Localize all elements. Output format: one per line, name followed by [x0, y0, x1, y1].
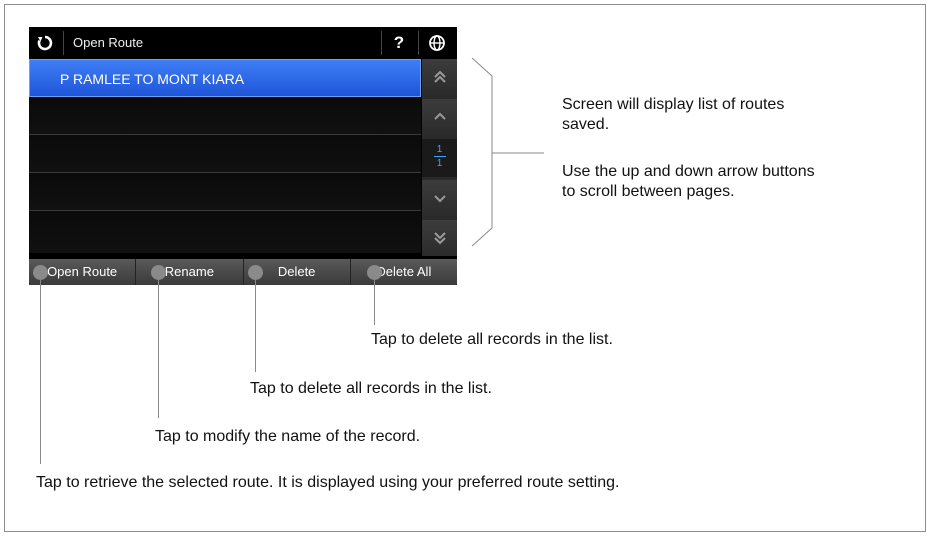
bottom-toolbar: Open Route Rename Delete Delete All — [29, 259, 457, 285]
callout-marker — [33, 265, 48, 280]
scrollbar: 1 1 — [422, 59, 457, 256]
divider — [63, 31, 64, 55]
chevron-down-icon[interactable] — [422, 180, 457, 216]
route-list: P RAMLEE TO MONT KIARA — [29, 59, 421, 253]
callout-marker — [367, 265, 382, 280]
open-route-description: Tap to retrieve the selected route. It i… — [36, 474, 620, 491]
delete-all-description: Tap to delete all records in the list. — [371, 331, 613, 348]
page-total: 1 — [436, 158, 443, 169]
page-indicator: 1 1 — [422, 139, 457, 177]
device-screen: Open Route ? P RAMLEE TO MONT KIARA 1 1 — [29, 27, 457, 285]
divider — [381, 31, 382, 55]
callout-line — [255, 280, 256, 372]
screen-title: Open Route — [73, 35, 144, 50]
callout-line — [40, 280, 41, 464]
arrows-description: Use the up and down arrow buttons to scr… — [562, 163, 815, 200]
help-icon[interactable]: ? — [387, 31, 411, 55]
callout-marker — [151, 265, 166, 280]
page-current: 1 — [436, 144, 443, 155]
chevron-up-icon[interactable] — [422, 99, 457, 135]
page-separator — [433, 156, 446, 157]
double-chevron-up-icon[interactable] — [422, 59, 457, 95]
title-bar: Open Route ? — [29, 27, 457, 59]
delete-description: Tap to delete all records in the list. — [250, 380, 492, 397]
callout-marker — [248, 265, 263, 280]
list-item[interactable] — [29, 173, 421, 211]
list-item[interactable] — [29, 97, 421, 135]
divider — [418, 31, 419, 55]
double-chevron-down-icon[interactable] — [422, 220, 457, 256]
rename-description: Tap to modify the name of the record. — [155, 428, 421, 445]
list-item[interactable]: P RAMLEE TO MONT KIARA — [29, 59, 421, 97]
list-item[interactable] — [29, 211, 421, 253]
callout-line — [158, 280, 159, 418]
back-arrow-icon[interactable] — [33, 31, 57, 55]
globe-icon[interactable] — [425, 31, 449, 55]
list-item[interactable] — [29, 135, 421, 173]
list-description: Screen will display list of routes saved… — [562, 96, 785, 133]
list-bracket — [471, 57, 544, 247]
callout-line — [374, 280, 375, 325]
